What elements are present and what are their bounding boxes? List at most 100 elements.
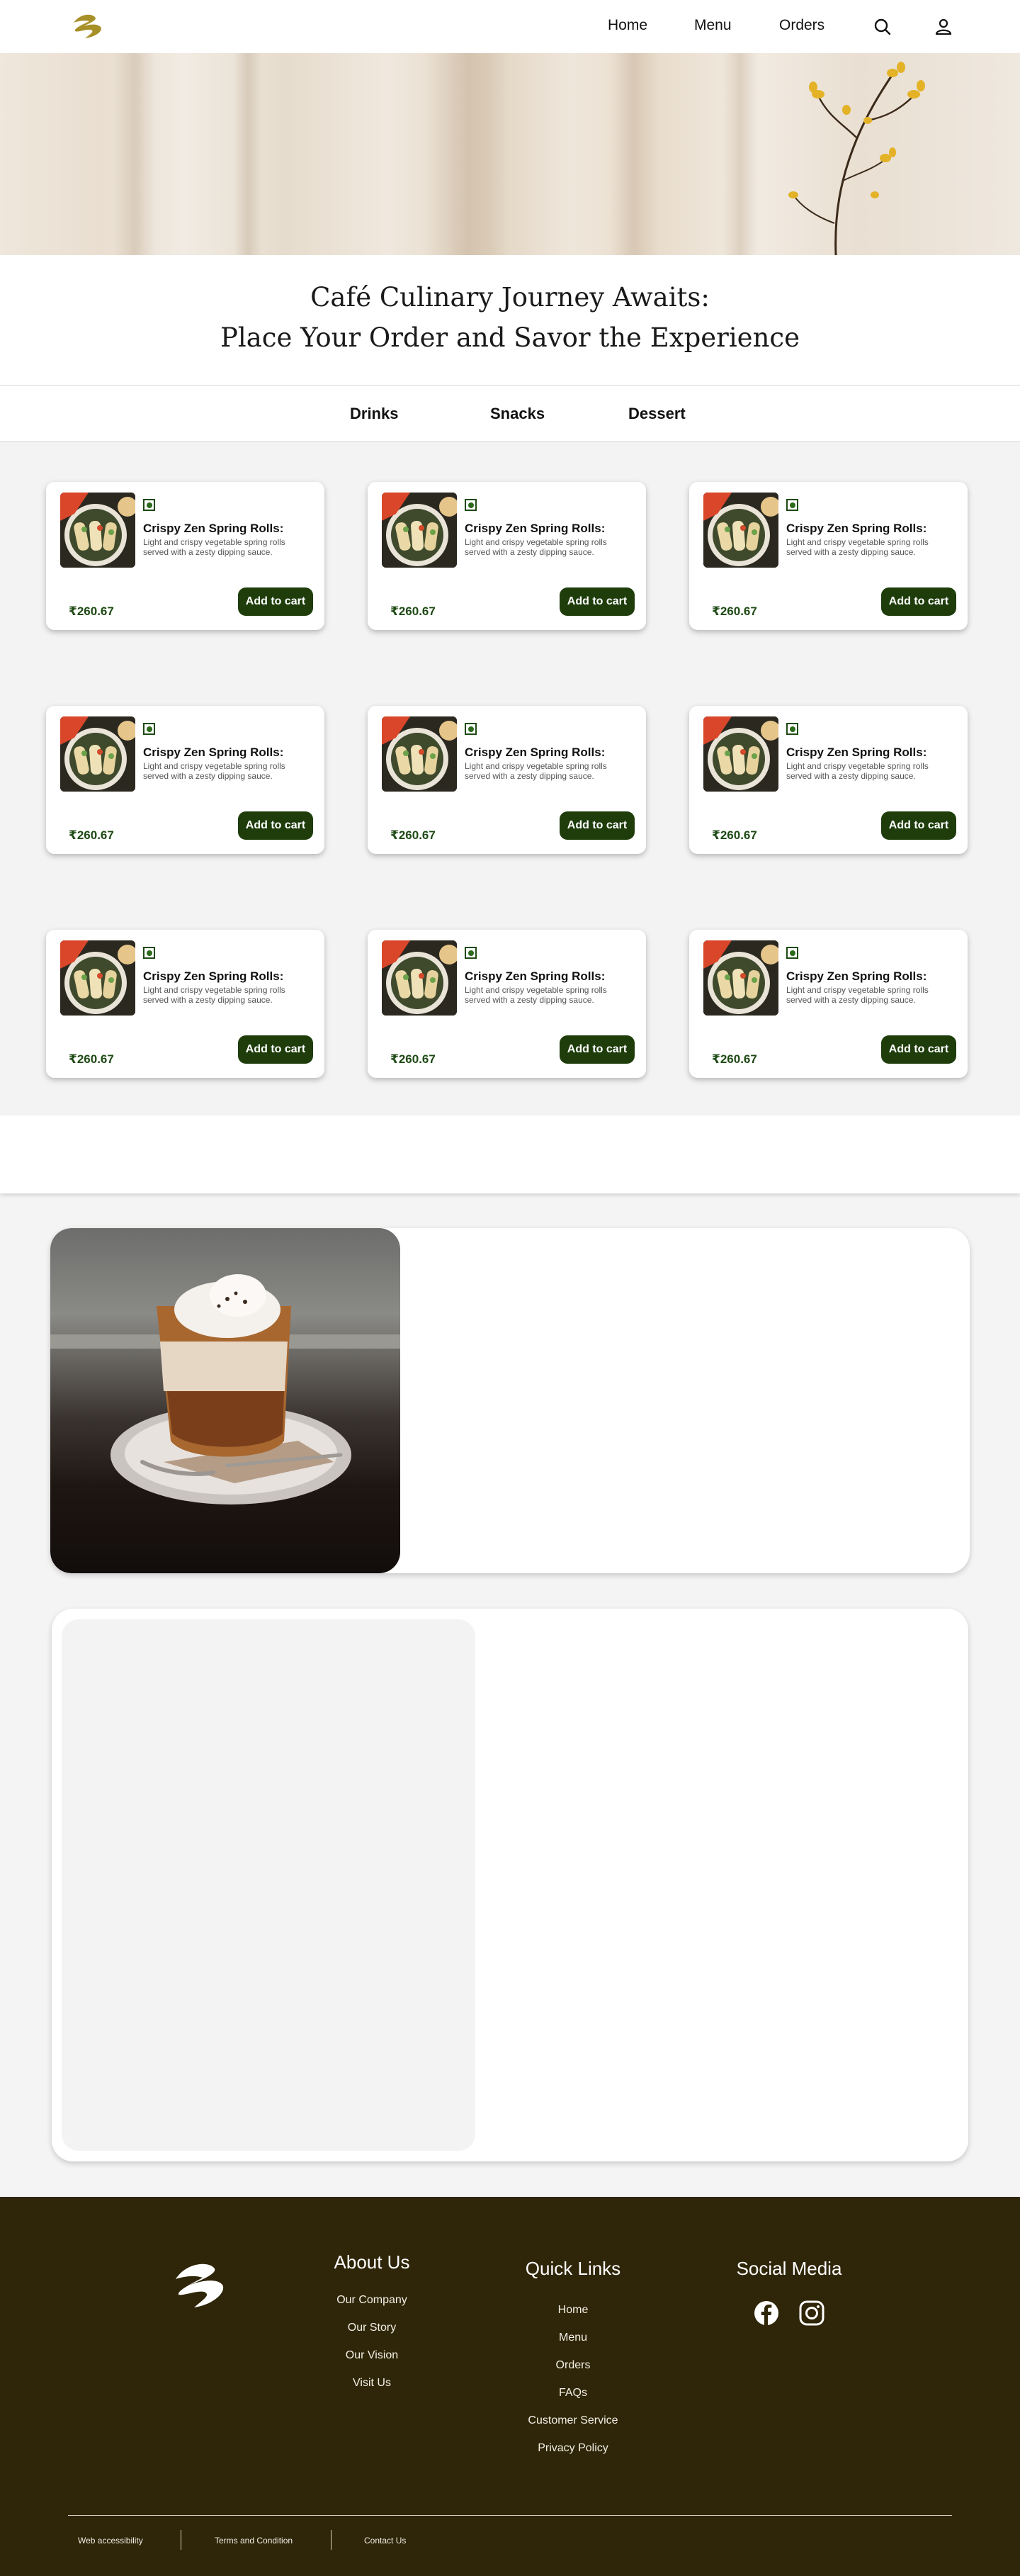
footer-separator [331, 2530, 332, 2550]
product-card[interactable]: Crispy Zen Spring Rolls: Light and crispy… [46, 706, 324, 854]
hero-banner [0, 53, 1020, 255]
product-description: Light and crispy vegetable spring rolls … [143, 985, 285, 1005]
product-grid: Crispy Zen Spring Rolls: Light and crispy… [0, 442, 1020, 1115]
product-name: Crispy Zen Spring Rolls: [786, 522, 927, 535]
tab-dessert[interactable]: Dessert [628, 405, 686, 423]
product-image [60, 940, 135, 1016]
user-icon[interactable] [933, 16, 954, 38]
veg-icon [786, 499, 798, 511]
curtain-fold [113, 53, 156, 255]
facebook-icon[interactable] [754, 2300, 779, 2326]
coffee-image [50, 1228, 400, 1573]
add-to-cart-button[interactable]: Add to cart [238, 811, 313, 840]
product-price: ₹260.67 [69, 604, 114, 618]
product-image [382, 493, 457, 568]
product-name: Crispy Zen Spring Rolls: [143, 522, 284, 535]
coffee-glass-illustration [50, 1274, 400, 1504]
add-to-cart-button[interactable]: Add to cart [881, 811, 956, 840]
nav-orders[interactable]: Orders [779, 17, 824, 34]
veg-icon [143, 723, 155, 735]
footer-contact-link[interactable]: Contact Us [364, 2536, 406, 2546]
product-name: Crispy Zen Spring Rolls: [465, 522, 606, 535]
tab-snacks[interactable]: Snacks [490, 405, 545, 423]
site-footer: About Us Our Company Our Story Our Visio… [0, 2197, 1020, 2576]
add-to-cart-button[interactable]: Add to cart [560, 587, 635, 616]
page-title-line1: Café Culinary Journey Awaits: [310, 282, 710, 313]
footer-quick-heading: Quick Links [525, 2258, 621, 2279]
promo-card-2 [52, 1609, 968, 2161]
product-card[interactable]: Crispy Zen Spring Rolls: Light and crispy… [368, 930, 646, 1078]
product-description: Light and crispy vegetable spring rolls … [465, 985, 607, 1005]
footer-link-faqs[interactable]: FAQs [509, 2387, 637, 2400]
add-to-cart-button[interactable]: Add to cart [560, 811, 635, 840]
product-card[interactable]: Crispy Zen Spring Rolls: Light and crispy… [46, 930, 324, 1078]
product-name: Crispy Zen Spring Rolls: [786, 746, 927, 759]
product-card[interactable]: Crispy Zen Spring Rolls: Light and crispy… [689, 706, 968, 854]
veg-icon [465, 723, 477, 735]
product-card[interactable]: Crispy Zen Spring Rolls: Light and crispy… [689, 482, 968, 630]
product-name: Crispy Zen Spring Rolls: [143, 969, 284, 983]
curtain-fold [609, 53, 659, 255]
product-description: Light and crispy vegetable spring rolls … [465, 537, 607, 557]
product-image [382, 716, 457, 792]
footer-link-home[interactable]: Home [509, 2304, 637, 2317]
footer-link-our-vision[interactable]: Our Vision [315, 2349, 429, 2362]
add-to-cart-button[interactable]: Add to cart [238, 587, 313, 616]
product-image [382, 940, 457, 1016]
product-price: ₹260.67 [69, 1052, 114, 1066]
footer-link-customer-service[interactable]: Customer Service [509, 2414, 637, 2427]
product-name: Crispy Zen Spring Rolls: [465, 746, 606, 759]
veg-icon [143, 947, 155, 959]
curtain-fold [234, 53, 262, 255]
page-title-line2: Place Your Order and Savor the Experienc… [220, 322, 800, 353]
product-price: ₹260.67 [390, 828, 436, 842]
nav-menu[interactable]: Menu [694, 17, 732, 34]
add-to-cart-button[interactable]: Add to cart [560, 1035, 635, 1064]
product-price: ₹260.67 [69, 828, 114, 842]
veg-icon [465, 499, 477, 511]
curtain-fold [425, 53, 510, 255]
add-to-cart-button[interactable]: Add to cart [881, 587, 956, 616]
page-title-block: Café Culinary Journey Awaits: Place Your… [0, 255, 1020, 385]
product-card[interactable]: Crispy Zen Spring Rolls: Light and crispy… [689, 930, 968, 1078]
product-price: ₹260.67 [390, 1052, 436, 1066]
product-description: Light and crispy vegetable spring rolls … [786, 761, 929, 781]
product-name: Crispy Zen Spring Rolls: [143, 746, 284, 759]
veg-icon [786, 723, 798, 735]
veg-icon [143, 499, 155, 511]
footer-divider [68, 2515, 952, 2516]
product-image [703, 940, 778, 1016]
product-description: Light and crispy vegetable spring rolls … [786, 537, 929, 557]
product-image [703, 493, 778, 568]
category-tabs: Drinks Snacks Dessert [0, 385, 1020, 442]
footer-link-orders[interactable]: Orders [509, 2359, 637, 2372]
product-description: Light and crispy vegetable spring rolls … [143, 761, 285, 781]
section-divider [0, 1115, 1020, 1193]
product-card[interactable]: Crispy Zen Spring Rolls: Light and crispy… [368, 706, 646, 854]
footer-link-our-company[interactable]: Our Company [315, 2294, 429, 2307]
flower-branch-image [788, 62, 925, 255]
product-description: Light and crispy vegetable spring rolls … [143, 537, 285, 557]
product-card[interactable]: Crispy Zen Spring Rolls: Light and crispy… [368, 482, 646, 630]
instagram-icon[interactable] [799, 2300, 824, 2326]
footer-link-privacy-policy[interactable]: Privacy Policy [509, 2442, 637, 2455]
search-icon[interactable] [872, 16, 893, 38]
tab-drinks[interactable]: Drinks [350, 405, 398, 423]
veg-icon [786, 947, 798, 959]
top-navbar: Home Menu Orders [0, 0, 1020, 53]
add-to-cart-button[interactable]: Add to cart [238, 1035, 313, 1064]
nav-home[interactable]: Home [608, 17, 647, 34]
product-price: ₹260.67 [390, 604, 436, 618]
footer-logo-icon[interactable] [170, 2255, 230, 2315]
footer-link-our-story[interactable]: Our Story [315, 2322, 429, 2334]
product-card[interactable]: Crispy Zen Spring Rolls: Light and crispy… [46, 482, 324, 630]
add-to-cart-button[interactable]: Add to cart [881, 1035, 956, 1064]
footer-web-accessibility-link[interactable]: Web accessibility [78, 2536, 143, 2546]
promo-card [50, 1228, 970, 1573]
cafe-logo-icon[interactable] [69, 10, 106, 43]
footer-link-menu[interactable]: Menu [509, 2332, 637, 2344]
product-name: Crispy Zen Spring Rolls: [786, 969, 927, 983]
footer-link-visit-us[interactable]: Visit Us [315, 2377, 429, 2390]
footer-terms-link[interactable]: Terms and Condition [215, 2536, 293, 2546]
product-image [703, 716, 778, 792]
